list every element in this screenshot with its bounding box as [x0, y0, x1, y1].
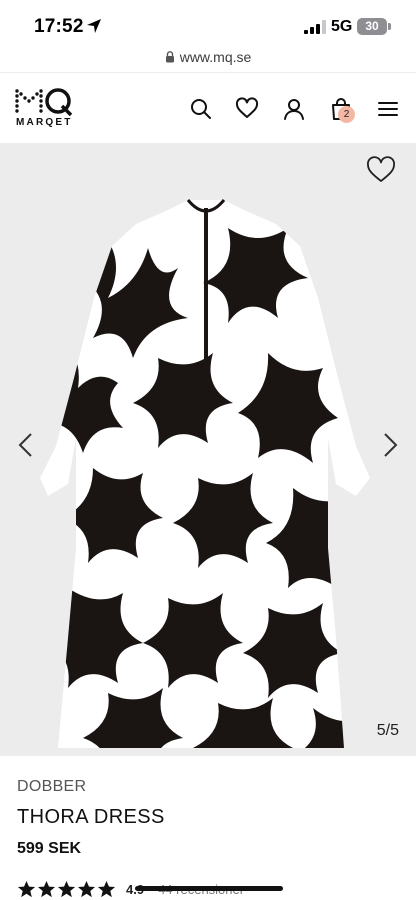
gallery-counter: 5/5 [376, 722, 399, 739]
wishlist-heart-icon[interactable] [366, 156, 396, 184]
star-rating [17, 880, 116, 899]
product-image [40, 199, 370, 748]
status-time: 17:52 [34, 16, 84, 37]
search-icon[interactable] [189, 97, 213, 121]
cart-count-badge[interactable]: 2 [338, 106, 355, 123]
product-price: 599 SEK [17, 840, 82, 857]
location-arrow-icon [87, 19, 101, 33]
star-icon [97, 880, 116, 897]
address-bar[interactable]: www.mq.se [0, 46, 416, 72]
cellular-signal-icon [304, 20, 326, 34]
menu-icon[interactable] [376, 97, 400, 121]
chevron-left-icon[interactable] [16, 432, 34, 458]
user-icon[interactable] [282, 97, 306, 121]
home-indicator[interactable] [135, 886, 283, 891]
heart-icon[interactable] [235, 97, 259, 121]
product-name: THORA DRESS [17, 806, 165, 828]
logo-wordmark: MARQET [16, 117, 73, 128]
star-icon [57, 880, 76, 897]
star-icon [37, 880, 56, 897]
network-type: 5G [331, 18, 353, 35]
site-header: MARQET [0, 72, 416, 144]
product-image-gallery[interactable]: 5/5 [0, 144, 416, 756]
battery-icon: 30 [357, 18, 387, 35]
star-icon [77, 880, 96, 897]
battery-cap [388, 23, 391, 30]
chevron-right-icon[interactable] [382, 432, 400, 458]
status-bar: 17:52 5G 30 [0, 0, 416, 46]
lock-icon [165, 51, 174, 63]
star-icon [17, 880, 36, 897]
product-brand[interactable]: DOBBER [17, 778, 86, 796]
url-text: www.mq.se [179, 49, 252, 65]
